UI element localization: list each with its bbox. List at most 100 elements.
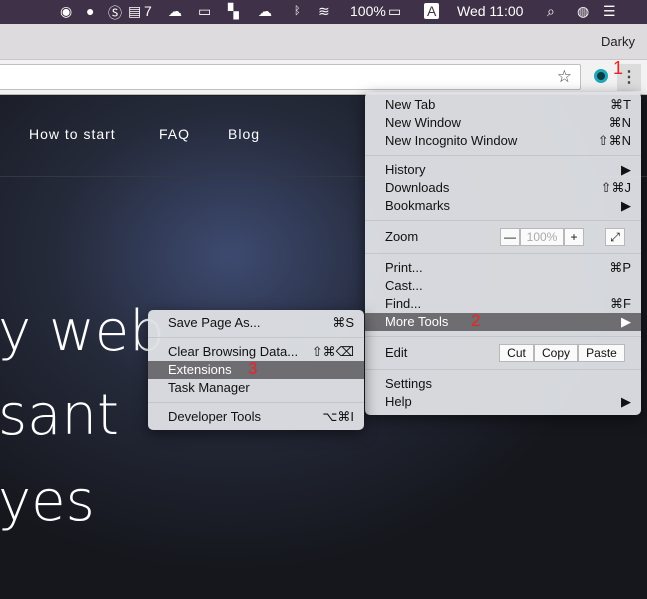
separator — [365, 336, 641, 337]
shortcut: ⇧⌘J — [600, 180, 631, 195]
separator — [148, 337, 364, 338]
sync-icon[interactable]: ☁ — [258, 3, 272, 20]
hero-line-1: y web — [0, 299, 165, 364]
label: Developer Tools — [168, 409, 261, 424]
more-tools-submenu: Save Page As... ⌘S Clear Browsing Data...… — [148, 310, 364, 430]
hero-line-2: sant — [0, 383, 119, 448]
fullscreen-icon[interactable]: ⤢ — [605, 228, 625, 246]
label: Settings — [385, 376, 432, 391]
submenu-arrow-icon: ▶ — [621, 314, 631, 329]
clock[interactable]: Wed 11:00 — [457, 3, 523, 19]
menu-print[interactable]: Print... ⌘P — [365, 259, 641, 277]
shortcut: ⌘T — [610, 97, 631, 112]
submenu-arrow-icon: ▶ — [621, 198, 631, 213]
separator — [148, 402, 364, 403]
label: Bookmarks — [385, 198, 451, 213]
menu-find[interactable]: Find... ⌘F — [365, 295, 641, 313]
viber-icon[interactable]: ◉ — [60, 3, 72, 20]
zoom-level: 100% — [520, 228, 564, 246]
siri-icon[interactable]: ◍ — [577, 3, 589, 20]
menu-settings[interactable]: Settings — [365, 375, 641, 393]
cloud-icon[interactable]: ☁ — [168, 3, 182, 20]
macos-menubar: ◉ ● Ⓢ ▤ 7 ☁ ▭ ▚ ☁ ᛒ ≋ 100% ▭ A Wed 11:00… — [0, 0, 647, 24]
notification-center-icon[interactable]: ☰ — [603, 3, 616, 20]
fantastical-icon[interactable]: ● — [86, 3, 94, 19]
label: More Tools — [385, 314, 449, 329]
nav-blog[interactable]: Blog — [228, 126, 260, 142]
label: Edit — [385, 345, 408, 360]
label: Extensions — [168, 362, 232, 377]
shortcut: ⌘N — [608, 115, 631, 130]
screen-icon[interactable]: ▭ — [198, 3, 211, 20]
nav-faq[interactable]: FAQ — [159, 126, 190, 142]
extension-icon[interactable] — [594, 69, 608, 83]
cut-button[interactable]: Cut — [499, 344, 534, 362]
label: New Window — [385, 115, 461, 130]
menu-help[interactable]: Help ▶ — [365, 393, 641, 411]
menu-more-tools[interactable]: More Tools 2 ▶ — [365, 311, 641, 331]
shortcut: ⌘S — [332, 315, 354, 330]
label: Help — [385, 394, 412, 409]
todo-count: 7 — [144, 3, 152, 19]
layout-icon[interactable]: ▚ — [228, 3, 239, 20]
hero-line-3: yes — [0, 469, 95, 534]
label: Task Manager — [168, 380, 250, 395]
spotlight-icon[interactable]: ⌕ — [547, 3, 555, 20]
zoom-in-button[interactable]: + — [564, 228, 584, 246]
todoist-icon[interactable]: ▤ — [128, 3, 141, 20]
menu-new-window[interactable]: New Window ⌘N — [365, 114, 641, 132]
battery-icon[interactable]: ▭ — [388, 3, 401, 20]
separator — [365, 155, 641, 156]
annotation-1: 1 — [613, 58, 624, 78]
menu-zoom: Zoom — 100% + ⤢ — [365, 226, 641, 248]
shortcut: ⌥⌘I — [322, 409, 354, 424]
shortcut: ⇧⌘N — [597, 133, 631, 148]
shortcut: ⌘P — [609, 260, 631, 275]
submenu-arrow-icon: ▶ — [621, 162, 631, 177]
shortcut: ⇧⌘⌫ — [311, 344, 354, 359]
label: Cast... — [385, 278, 423, 293]
annotation-3: 3 — [248, 359, 258, 378]
label: Zoom — [385, 229, 419, 244]
bookmark-star-icon[interactable]: ☆ — [557, 67, 572, 87]
label: Downloads — [385, 180, 450, 195]
nav-how-to-start[interactable]: How to start — [29, 126, 116, 142]
browser-toolbar: ☆ ⋮ 1 — [0, 58, 647, 95]
submenu-developer-tools[interactable]: Developer Tools ⌥⌘I — [148, 408, 364, 426]
menu-bookmarks[interactable]: Bookmarks ▶ — [365, 197, 641, 215]
skype-icon[interactable]: Ⓢ — [108, 3, 122, 23]
input-source[interactable]: A — [424, 3, 440, 19]
label: History — [385, 162, 426, 177]
separator — [365, 220, 641, 221]
shortcut: ⌘F — [610, 296, 631, 311]
submenu-arrow-icon: ▶ — [621, 394, 631, 409]
separator — [365, 369, 641, 370]
menu-cast[interactable]: Cast... — [365, 277, 641, 295]
wifi-icon[interactable]: ≋ — [318, 3, 330, 20]
tab-strip: Darky — [0, 24, 647, 60]
label: Clear Browsing Data... — [168, 344, 299, 359]
submenu-save-page[interactable]: Save Page As... ⌘S — [148, 314, 364, 332]
menu-history[interactable]: History ▶ — [365, 161, 641, 179]
profile-button[interactable]: Darky — [601, 34, 635, 49]
chrome-main-menu: New Tab ⌘T New Window ⌘N New Incognito Win… — [365, 92, 641, 415]
label: Save Page As... — [168, 315, 261, 330]
copy-button[interactable]: Copy — [534, 344, 578, 362]
separator — [365, 253, 641, 254]
menu-new-tab[interactable]: New Tab ⌘T — [365, 96, 641, 114]
zoom-out-button[interactable]: — — [500, 228, 520, 246]
label: New Incognito Window — [385, 133, 518, 148]
label: Find... — [385, 296, 422, 311]
battery-percent: 100% — [350, 3, 386, 19]
paste-button[interactable]: Paste — [578, 344, 625, 362]
address-bar[interactable]: ☆ — [0, 64, 581, 90]
submenu-task-manager[interactable]: Task Manager — [148, 379, 364, 397]
submenu-extensions[interactable]: Extensions 3 — [148, 359, 364, 379]
label: Print... — [385, 260, 423, 275]
bluetooth-icon[interactable]: ᛒ — [294, 5, 301, 17]
label: New Tab — [385, 97, 436, 112]
menu-downloads[interactable]: Downloads ⇧⌘J — [365, 179, 641, 197]
annotation-2: 2 — [471, 311, 481, 330]
menu-new-incognito[interactable]: New Incognito Window ⇧⌘N — [365, 132, 641, 150]
menu-edit: Edit Cut Copy Paste — [365, 342, 641, 364]
